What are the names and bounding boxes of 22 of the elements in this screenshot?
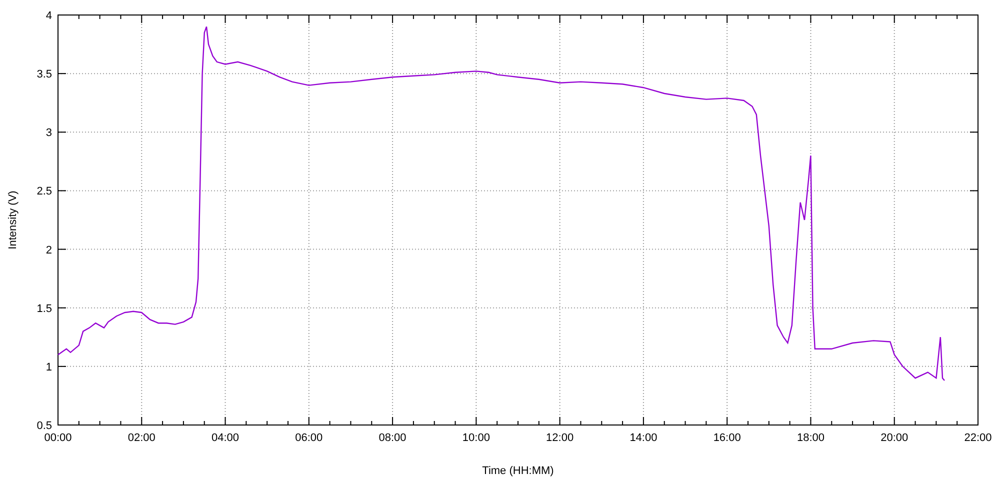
tick-label: 3.5 xyxy=(36,68,52,81)
axis-title: Time (HH:MM) xyxy=(482,465,554,477)
tick-label: 02:00 xyxy=(128,432,156,444)
tick-label: 04:00 xyxy=(212,432,240,444)
tick-label: 12:00 xyxy=(546,432,574,444)
axis-title: Intensity (V) xyxy=(7,190,19,250)
tick-label: 14:00 xyxy=(630,432,658,444)
tick-label: 3 xyxy=(46,127,52,140)
tick-label: 10:00 xyxy=(462,432,490,444)
tick-label: 00:00 xyxy=(44,432,72,444)
tick-label: 16:00 xyxy=(713,432,741,444)
tick-label: 2 xyxy=(46,244,52,256)
tick-label: 1.5 xyxy=(36,302,52,315)
tick-label: 2.5 xyxy=(36,186,52,198)
tick-label: 06:00 xyxy=(295,432,323,444)
tick-label: 22:00 xyxy=(964,432,992,444)
tick-label: 4 xyxy=(46,10,52,22)
tick-label: 0.5 xyxy=(36,420,52,432)
tick-label: 20:00 xyxy=(880,432,908,444)
tick-label: 08:00 xyxy=(378,432,406,444)
tick-label: 1 xyxy=(46,361,52,374)
tick-label: 18:00 xyxy=(796,432,824,444)
